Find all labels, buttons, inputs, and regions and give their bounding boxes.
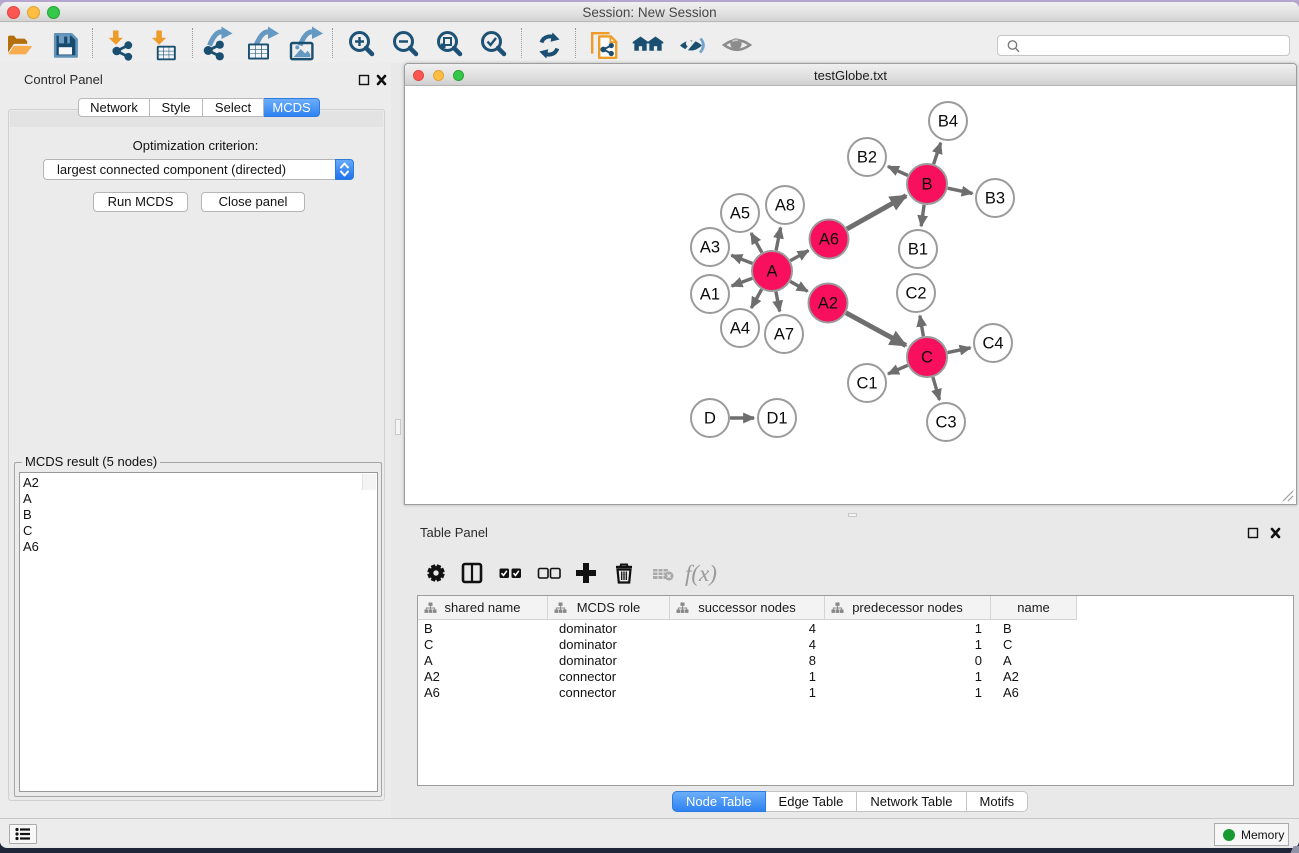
svg-text:C3: C3 — [935, 414, 956, 432]
svg-text:A2: A2 — [818, 295, 838, 313]
svg-text:A7: A7 — [774, 326, 794, 344]
svg-text:A1: A1 — [700, 286, 720, 304]
svg-text:A: A — [766, 263, 777, 281]
svg-text:A5: A5 — [730, 205, 750, 223]
svg-text:C2: C2 — [905, 285, 926, 303]
svg-text:C1: C1 — [856, 375, 877, 393]
svg-text:A4: A4 — [730, 320, 750, 338]
svg-text:f(x): f(x) — [685, 561, 717, 586]
svg-text:B4: B4 — [938, 113, 958, 131]
svg-text:B3: B3 — [985, 190, 1005, 208]
svg-text:B2: B2 — [857, 149, 877, 167]
svg-text:C: C — [921, 349, 933, 367]
svg-text:A8: A8 — [775, 197, 795, 215]
svg-text:A6: A6 — [819, 231, 839, 249]
svg-text:D: D — [704, 410, 716, 428]
svg-text:D1: D1 — [766, 410, 787, 428]
svg-text:B1: B1 — [908, 241, 928, 259]
svg-text:C4: C4 — [982, 335, 1003, 353]
svg-text:A3: A3 — [700, 239, 720, 257]
svg-text:B: B — [921, 176, 932, 194]
